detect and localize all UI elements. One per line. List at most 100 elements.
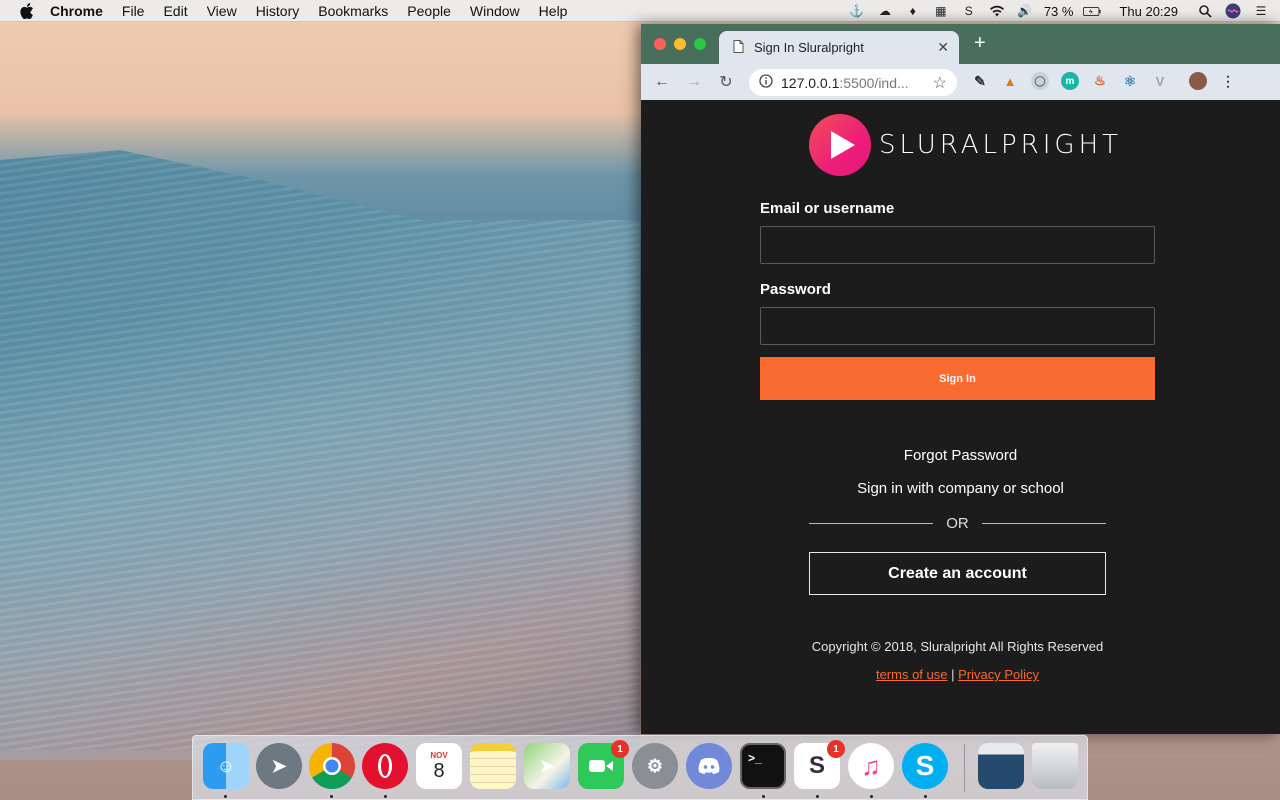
chrome-icon[interactable] (309, 743, 355, 789)
downloads-stack-icon[interactable] (978, 743, 1024, 789)
trash-icon[interactable] (1032, 743, 1078, 789)
calendar-month: NOV (430, 750, 448, 760)
launchpad-icon[interactable]: ➤ (256, 743, 302, 789)
brand-name: SLURALPRIGHT (879, 130, 1122, 160)
browser-toolbar: ← → ↻ 127.0.0.1:5500/ind... ☆ ✎ ▲ ◯ m ♨ … (641, 64, 1280, 100)
volume-icon[interactable]: 🔊 (1016, 4, 1034, 18)
clock[interactable]: Thu 20:29 (1119, 4, 1178, 19)
opera-icon[interactable] (362, 743, 408, 789)
info-icon[interactable] (759, 74, 773, 91)
tab-sign-in[interactable]: Sign In Sluralpright ✕ (719, 31, 959, 64)
menu-view[interactable]: View (207, 3, 237, 19)
company-sign-in-link[interactable]: Sign in with company or school (641, 480, 1280, 497)
document-icon (733, 39, 744, 56)
menu-window[interactable]: Window (470, 3, 520, 19)
system-preferences-icon[interactable]: ⚙ (632, 743, 678, 789)
url-path: :5500/ind... (839, 74, 909, 91)
dock-separator (964, 744, 965, 792)
running-indicator (330, 795, 333, 798)
play-logo-icon (809, 114, 871, 176)
footer-separator: | (951, 667, 955, 682)
browser-window: Sign In Sluralpright ✕ + ← → ↻ 127.0.0.1… (641, 24, 1280, 734)
finder-icon[interactable]: ☺ (203, 743, 249, 789)
bookmark-star-icon[interactable]: ☆ (933, 73, 947, 93)
notes-icon[interactable] (470, 743, 516, 789)
close-tab-icon[interactable]: ✕ (937, 39, 949, 56)
running-indicator (870, 795, 873, 798)
itunes-icon[interactable]: ♫ (848, 743, 894, 789)
calendar-day: 8 (433, 759, 445, 782)
wifi-icon[interactable] (988, 4, 1006, 18)
footer-links: terms of use | Privacy Policy (641, 667, 1274, 682)
divider-line-left (809, 522, 934, 524)
battery-icon[interactable] (1083, 4, 1102, 18)
calendar-icon[interactable]: NOV 8 (416, 743, 462, 789)
close-window-button[interactable] (654, 38, 666, 50)
fire-extension-icon[interactable]: ♨ (1091, 72, 1109, 90)
status-area: ⚓ ☁ ♦ ▦ S 🔊 73 % Thu 20:29 ☰ (848, 0, 1270, 22)
email-label: Email or username (760, 200, 895, 217)
docker-icon[interactable]: ⚓ (848, 4, 866, 18)
url-text: 127.0.0.1:5500/ind... (781, 75, 933, 91)
apple-icon[interactable] (20, 2, 34, 19)
notification-center-icon[interactable]: ☰ (1252, 4, 1270, 18)
menu-history[interactable]: History (256, 3, 300, 19)
sign-in-page: SLURALPRIGHT Email or username Password … (641, 100, 1280, 734)
menu-edit[interactable]: Edit (163, 3, 187, 19)
running-indicator (224, 795, 227, 798)
terms-of-use-link[interactable]: terms of use (876, 667, 948, 682)
circle-extension-icon[interactable]: ◯ (1031, 72, 1049, 90)
eyedropper-extension-icon[interactable]: ✎ (971, 72, 989, 90)
grid-icon[interactable]: ▦ (932, 4, 950, 18)
brand-logo[interactable]: SLURALPRIGHT (809, 114, 1122, 176)
forward-arrow-icon[interactable]: → (683, 71, 705, 93)
vue-devtools-icon[interactable]: V (1151, 72, 1169, 90)
password-label: Password (760, 281, 831, 298)
m-extension-icon[interactable]: m (1061, 72, 1079, 90)
running-indicator (384, 795, 387, 798)
menu-bookmarks[interactable]: Bookmarks (318, 3, 388, 19)
address-bar[interactable]: 127.0.0.1:5500/ind... ☆ (749, 69, 957, 96)
spotlight-search-icon[interactable] (1196, 4, 1214, 18)
terminal-icon[interactable]: >_ (740, 743, 786, 789)
skype-status-icon[interactable]: S (960, 4, 978, 18)
or-text: OR (946, 514, 969, 532)
url-host: 127.0.0.1 (781, 74, 840, 91)
or-divider: OR (809, 514, 1106, 532)
menu-bar: Chrome File Edit View History Bookmarks … (0, 0, 1280, 22)
wallpaper-texture (0, 150, 640, 750)
reload-icon[interactable]: ↻ (715, 71, 737, 93)
new-tab-button[interactable]: + (974, 33, 986, 53)
create-account-button[interactable]: Create an account (809, 552, 1106, 595)
siri-icon[interactable] (1224, 3, 1242, 19)
back-arrow-icon[interactable]: ← (651, 71, 673, 93)
chrome-menu-icon[interactable]: ⋮ (1219, 72, 1237, 90)
sign-in-button[interactable]: Sign In (760, 357, 1155, 400)
react-devtools-icon[interactable]: ⚛ (1121, 72, 1139, 90)
metamask-extension-icon[interactable]: ▲ (1001, 72, 1019, 90)
password-field[interactable] (760, 307, 1155, 345)
skype-icon[interactable]: S (902, 743, 948, 789)
tab-title: Sign In Sluralpright (754, 40, 864, 55)
creative-cloud-icon[interactable]: ☁ (876, 4, 894, 18)
profile-avatar[interactable] (1189, 72, 1207, 90)
tab-strip: Sign In Sluralpright ✕ + (641, 24, 1280, 64)
battery-percent: 73 % (1043, 3, 1074, 19)
minimize-window-button[interactable] (674, 38, 686, 50)
running-indicator (924, 795, 927, 798)
evernote-icon[interactable]: ♦ (904, 4, 922, 18)
window-controls (654, 38, 706, 50)
forgot-password-link[interactable]: Forgot Password (641, 447, 1280, 464)
menu-app-name[interactable]: Chrome (50, 3, 103, 19)
email-field[interactable] (760, 226, 1155, 264)
maps-icon[interactable]: ➤ (524, 743, 570, 789)
menu-help[interactable]: Help (539, 3, 568, 19)
running-indicator (816, 795, 819, 798)
dock: ☺ ➤ NOV 8 ➤ 1 ⚙ >_ S 1 ♫ S (192, 735, 1088, 800)
privacy-policy-link[interactable]: Privacy Policy (958, 667, 1039, 682)
discord-icon[interactable] (686, 743, 732, 789)
menu-file[interactable]: File (122, 3, 145, 19)
zoom-window-button[interactable] (694, 38, 706, 50)
divider-line-right (981, 522, 1106, 524)
menu-people[interactable]: People (407, 3, 451, 19)
